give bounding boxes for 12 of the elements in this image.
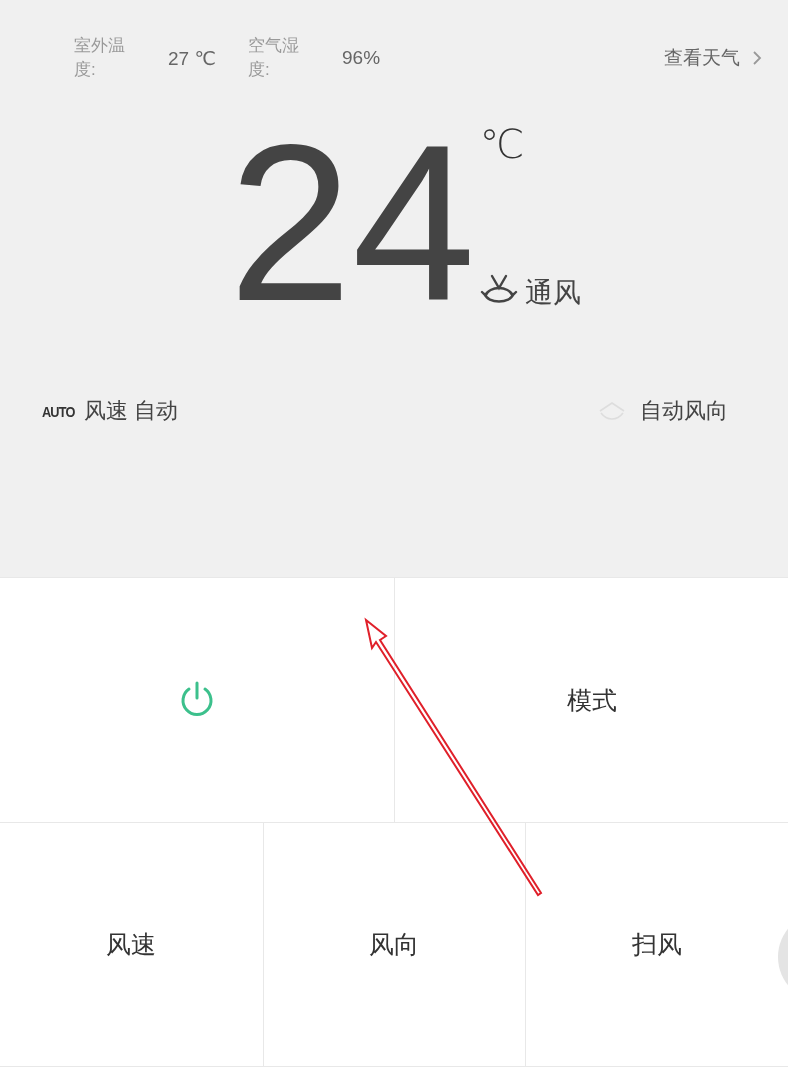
chevron-right-icon[interactable]: [752, 50, 762, 66]
info-value: 96%: [341, 47, 382, 69]
info-value: 27 ℃: [167, 46, 217, 70]
auto-label: AUTO: [42, 402, 75, 420]
info-label: 空气湿度:: [248, 35, 300, 81]
wind-direction-label: 自动风向: [640, 397, 728, 425]
mode-label: 通风: [525, 276, 582, 310]
fan-speed-label: 风速 自动: [84, 397, 179, 425]
temperature-unit: ℃: [479, 122, 526, 166]
weather-link[interactable]: 查看天气: [664, 45, 740, 71]
temperature-value: 24: [228, 112, 476, 312]
info-label: 室外温度:: [74, 35, 126, 81]
